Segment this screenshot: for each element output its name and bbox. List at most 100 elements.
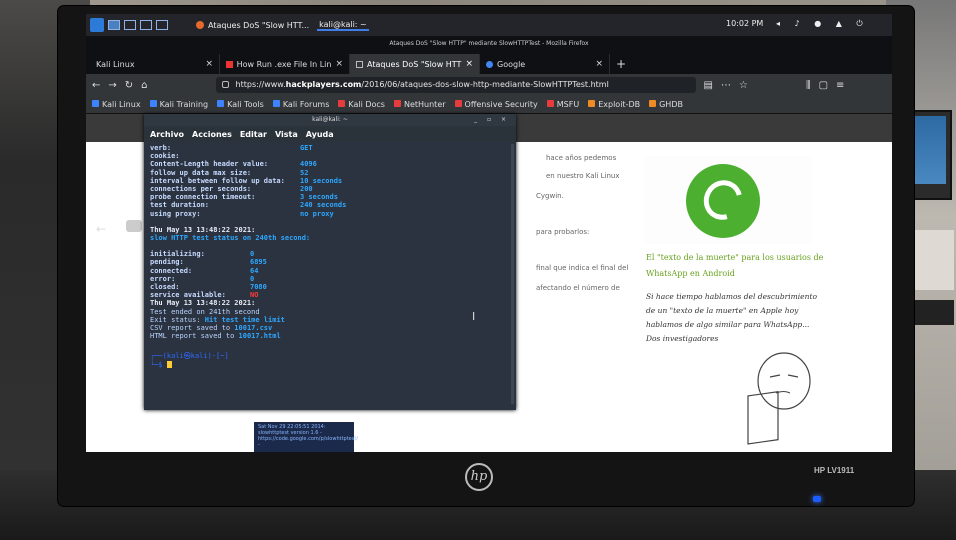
sidebar-post-title[interactable]: El "texto de la muerte" para los usuario… [646,250,826,282]
bookmark-icon [217,100,225,107]
bookmark-kali-forums[interactable]: Kali Forums [272,100,329,109]
workspace-4[interactable] [156,20,168,30]
url-path: /2016/06/ataques-dos-slow-http-mediante-… [361,80,609,89]
home-icon[interactable]: ⌂ [141,80,147,91]
bookmark-ghdb[interactable]: GHDB [649,100,683,109]
close-icon[interactable]: × [465,59,473,69]
bookmark-icon [588,100,596,107]
stat-row: closed: 7080 [150,283,267,292]
stat-row: error: 0 [150,274,255,283]
bookmark-icon [149,100,157,107]
terminal-menubar: Archivo Acciones Editar Vista Ayuda [144,126,516,142]
workspace-2[interactable] [124,20,136,30]
url-domain: hackplayers.com [285,80,362,89]
menu-icon[interactable]: ≡ [836,80,844,91]
bookmark-star-icon[interactable]: ☆ [739,80,748,91]
close-icon[interactable]: × [335,59,343,69]
bookmark-kali-tools[interactable]: Kali Tools [217,100,264,109]
stat-row: connected: 64 [150,266,259,275]
firefox-tab-bar: Kali Linux × How Run .exe File In Lin × At… [86,52,892,74]
bookmark-icon [546,100,554,107]
bookmark-msfu[interactable]: MSFU [546,100,579,109]
bookmark-kali-training[interactable]: Kali Training [149,100,208,109]
stat-row: service available: NO [150,291,259,300]
shell-input-line[interactable]: └─$ [150,361,510,369]
firefox-window-title: Ataques DoS "Slow HTTP" mediante SlowHTT… [86,36,892,52]
taskbar-firefox-label: Ataques DoS "Slow HTT... [208,20,310,30]
text-cursor [166,361,172,369]
embedded-terminal-screenshot: Sat Nov 29 22:05:51 2014: slowhttptest v… [254,422,358,452]
page-back-arrow-icon[interactable]: ← [96,222,106,236]
tab-label: How Run .exe File In Lin [236,59,332,69]
page-actions-icon[interactable]: ⋯ [721,80,731,91]
new-tab-button[interactable]: + [610,54,640,74]
url-bar[interactable]: https://www.hackplayers.com/2016/06/ataq… [215,77,696,93]
close-icon[interactable]: × [205,59,213,69]
tab-kali-linux[interactable]: Kali Linux × [90,54,220,74]
html-report-line: HTML report saved to 10017.html [150,332,281,341]
tab-label: Google [497,59,526,69]
tab-how-run-exe[interactable]: How Run .exe File In Lin × [220,54,350,74]
tab-google[interactable]: Google × [480,54,610,74]
google-icon [486,60,493,68]
taskbar-terminal-label: kali@kali: ~ [319,19,367,29]
bookmark-icon [454,100,462,107]
url-prefix: https://www. [235,80,286,89]
sidebar-post-excerpt: Si hace tiempo hablamos del descubrimien… [646,292,817,343]
workspace-3[interactable] [140,20,152,30]
article-text: final que indica el final del [536,264,629,272]
window-controls[interactable]: _ ▫ × [474,114,510,126]
clock[interactable]: 10:02 PM [726,19,763,28]
reader-view-icon[interactable]: ▤ [704,80,713,91]
kali-menu-icon[interactable] [90,18,104,32]
whatsapp-logo-icon [686,164,760,238]
reload-icon[interactable]: ↻ [125,80,133,91]
bookmark-icon [649,100,657,107]
power-led-icon[interactable] [813,496,821,502]
tab-ataques-dos[interactable]: Ataques DoS "Slow HTT × [350,54,480,74]
shell-prompt: ┌──(kali㉿kali)-[~] [150,352,229,361]
monitor-screen: Ataques DoS "Slow HTT... kali@kali: ~ 10… [86,14,892,452]
article-text: Cygwin. [536,192,564,200]
taskbar-terminal[interactable]: kali@kali: ~ [317,20,369,31]
article-text: hace años pedemos [546,154,617,162]
menu-ayuda[interactable]: Ayuda [306,130,334,139]
bookmark-offensive-security[interactable]: Offensive Security [454,100,538,109]
bookmarks-toolbar: Kali Linux Kali Training Kali Tools Kali… [86,96,892,114]
test-ended-line: Test ended on 241th second [150,307,260,316]
bookmark-kali-linux[interactable]: Kali Linux [92,100,141,109]
forward-icon[interactable]: → [108,80,116,91]
mouse-ibeam-cursor-icon: I [472,310,476,323]
library-icon[interactable]: ⫼ [806,80,811,91]
terminal-titlebar[interactable]: kali@kali: ~ _ ▫ × [144,114,516,126]
close-icon[interactable]: × [595,59,603,69]
bookmark-nethunter[interactable]: NetHunter [393,100,446,109]
hp-logo-icon: hp [465,463,493,491]
tab-label: Kali Linux [96,59,135,69]
end-date: Thu May 13 13:48:22 2021: [150,299,256,308]
article-text: para probarlos: [536,228,590,236]
video-thumbnail-icon[interactable] [126,220,142,232]
back-icon[interactable]: ← [92,80,100,91]
terminal-output[interactable]: verb: GET cookie: Content-Length header v… [144,142,516,371]
system-tray[interactable]: ◂ ♪ ● ▲ ⏻ [776,19,869,29]
config-row: verb: GET [150,144,313,152]
bookmark-icon [338,100,346,107]
article-text: afectando el número de [536,284,620,292]
stat-row: pending: 6895 [150,258,267,267]
bookmark-icon [92,100,99,107]
menu-acciones[interactable]: Acciones [192,130,232,139]
menu-editar[interactable]: Editar [240,130,267,139]
bookmark-icon [393,100,401,107]
menu-archivo[interactable]: Archivo [150,130,184,139]
sidebar-icon[interactable]: ▢ [819,80,828,91]
workspace-1[interactable] [108,20,120,30]
terminal-window[interactable]: kali@kali: ~ _ ▫ × Archivo Acciones Edit… [144,114,516,410]
bookmark-exploit-db[interactable]: Exploit-DB [588,100,640,109]
bookmark-icon [272,100,280,107]
config-row: connections per seconds: 200 [150,185,313,194]
terminal-scrollbar[interactable] [511,144,514,404]
taskbar-firefox[interactable]: Ataques DoS "Slow HTT... [196,21,309,30]
menu-vista[interactable]: Vista [275,130,298,139]
bookmark-kali-docs[interactable]: Kali Docs [338,100,385,109]
